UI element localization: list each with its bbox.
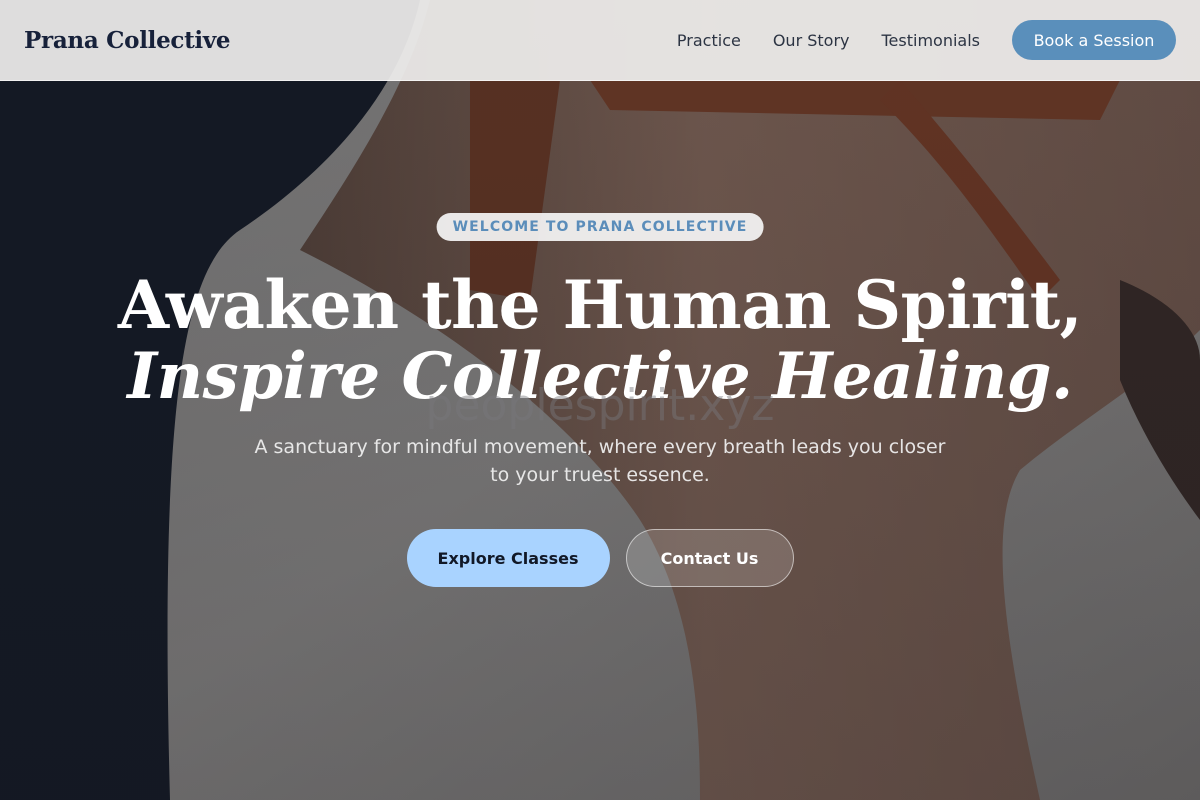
brand-logo[interactable]: Prana Collective xyxy=(24,27,231,54)
hero-headline: Awaken the Human Spirit, Inspire Collect… xyxy=(0,268,1200,412)
nav-link-testimonials[interactable]: Testimonials xyxy=(882,31,981,50)
book-session-button[interactable]: Book a Session xyxy=(1012,20,1176,60)
explore-classes-button[interactable]: Explore Classes xyxy=(406,529,610,587)
main-nav: Practice Our Story Testimonials Book a S… xyxy=(677,20,1176,60)
hero-headline-line-1: Awaken the Human Spirit, xyxy=(117,266,1083,344)
site-header: Prana Collective Practice Our Story Test… xyxy=(0,0,1200,81)
nav-link-practice[interactable]: Practice xyxy=(677,31,741,50)
hero-eyebrow-badge: WELCOME TO PRANA COLLECTIVE xyxy=(436,213,764,241)
nav-link-our-story[interactable]: Our Story xyxy=(773,31,850,50)
hero-headline-line-2: Inspire Collective Healing. xyxy=(127,339,1073,414)
hero-cta-group: Explore Classes Contact Us xyxy=(0,529,1200,587)
hero-subtitle: A sanctuary for mindful movement, where … xyxy=(254,436,946,486)
contact-us-button[interactable]: Contact Us xyxy=(625,529,794,587)
